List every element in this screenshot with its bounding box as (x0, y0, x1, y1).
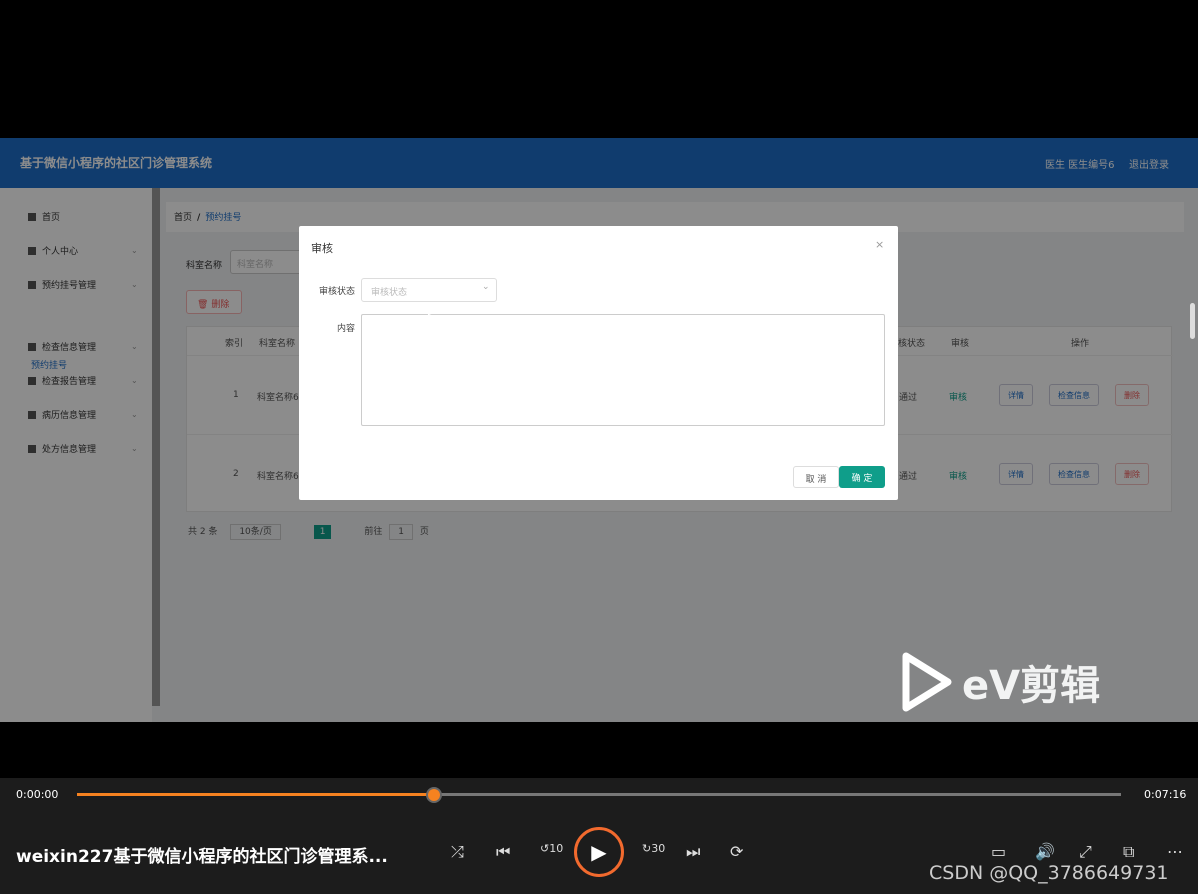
status-label: 审核状态 (319, 287, 356, 297)
player-controls: 0:00:00 0:07:16 weixin227基于微信小程序的社区门诊管理系… (0, 778, 1198, 894)
current-time: 0:00:00 (16, 788, 59, 801)
more-icon[interactable]: ⋯ (1167, 842, 1183, 861)
close-icon[interactable]: × (875, 238, 884, 251)
chevron-down-icon: ⌄ (482, 282, 490, 292)
progress-track[interactable] (77, 787, 1121, 803)
play-button[interactable]: ▶ (574, 827, 624, 877)
fullscreen-icon[interactable]: ⤢ (1079, 842, 1092, 862)
watermark-text: eV剪辑 (962, 663, 1101, 709)
content-label: 内容 (337, 324, 356, 334)
csdn-watermark: CSDN @QQ_3786649731 (929, 862, 1169, 884)
subtitles-icon[interactable]: ▭ (991, 842, 1006, 861)
ev-logo-icon (902, 652, 952, 712)
skip-forward-icon[interactable]: ↻30 (642, 842, 665, 855)
video-scroll-indicator (1190, 303, 1195, 339)
audit-dialog: 审核 × 审核状态 审核状态 ⌄ 内容 取 消 确 定 (299, 226, 898, 500)
previous-icon[interactable]: ⏮ (496, 842, 510, 862)
confirm-button[interactable]: 确 定 (839, 466, 885, 488)
skip-back-icon[interactable]: ↺10 (540, 842, 563, 855)
content-textarea[interactable] (361, 314, 885, 426)
progress-fill (77, 793, 435, 796)
volume-icon[interactable]: 🔊 (1035, 842, 1055, 861)
shuffle-icon[interactable]: ⤮ (451, 842, 464, 862)
app-screenshot: 基于微信小程序的社区门诊管理系统 医生 医生编号6 退出登录 首页 个人中心 ⌄ … (0, 138, 1198, 722)
cancel-button[interactable]: 取 消 (793, 466, 839, 488)
mini-player-icon[interactable]: ⧉ (1123, 842, 1134, 862)
progress-knob[interactable] (426, 787, 443, 803)
next-icon[interactable]: ⏭ (686, 842, 700, 862)
total-time: 0:07:16 (1144, 788, 1187, 801)
dialog-title: 审核 (311, 242, 333, 255)
repeat-off-icon[interactable]: ⟳ (730, 842, 743, 861)
ev-watermark: eV剪辑 (900, 652, 1100, 712)
play-icon: ▶ (591, 840, 607, 864)
audit-status-select[interactable]: 审核状态 ⌄ (361, 278, 497, 302)
video-area: 基于微信小程序的社区门诊管理系统 医生 医生编号6 退出登录 首页 个人中心 ⌄ … (0, 0, 1198, 778)
video-title: weixin227基于微信小程序的社区门诊管理系... (16, 847, 388, 867)
